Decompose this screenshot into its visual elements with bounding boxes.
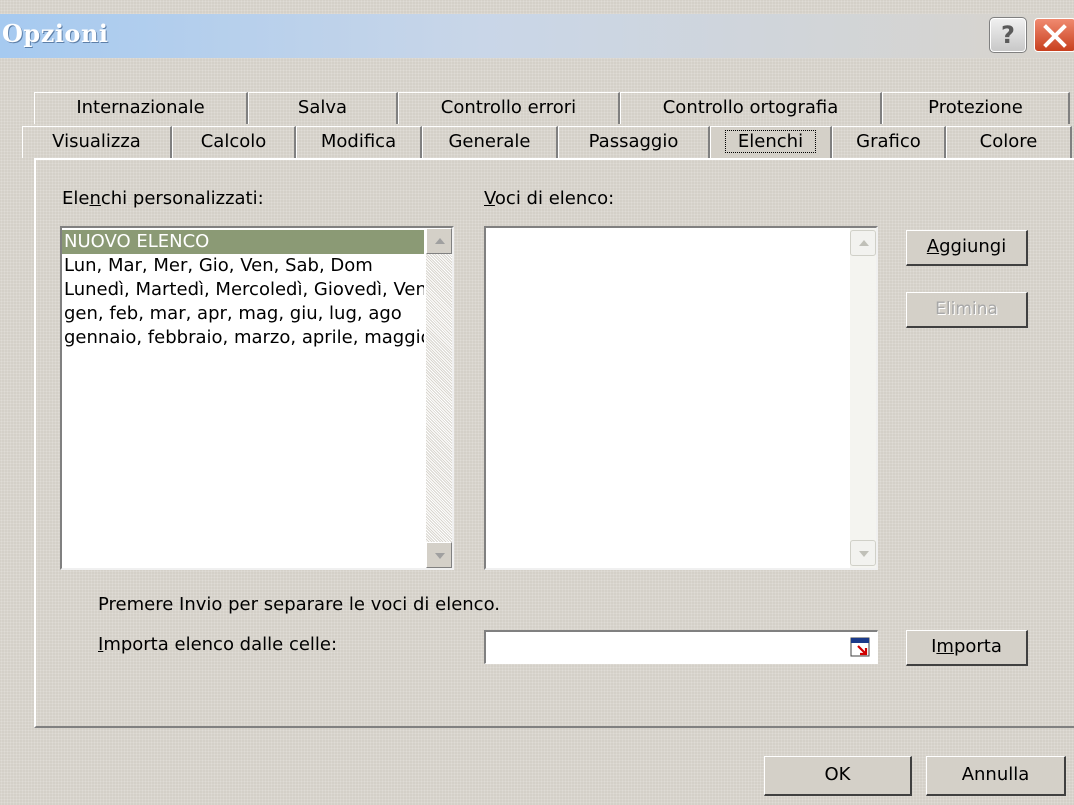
custom-lists-items: NUOVO ELENCO Lun, Mar, Mer, Gio, Ven, Sa… <box>62 230 424 350</box>
scroll-up-button[interactable] <box>850 230 876 256</box>
list-entries-textbox[interactable] <box>484 226 878 570</box>
scroll-up-button[interactable] <box>426 228 452 254</box>
scroll-down-arrow-icon <box>435 553 445 559</box>
tab-modifica[interactable]: Modifica <box>296 126 422 158</box>
delete-button[interactable]: Elimina <box>906 292 1028 328</box>
scroll-down-button[interactable] <box>850 540 876 566</box>
scroll-down-button[interactable] <box>426 542 452 568</box>
options-dialog: Opzioni ? Internazionale Salva Controllo… <box>0 0 1074 805</box>
tab-controllo-errori[interactable]: Controllo errori <box>398 92 620 124</box>
close-icon <box>1043 24 1067 48</box>
import-range-input[interactable] <box>484 630 878 664</box>
list-item[interactable]: Lun, Mar, Mer, Gio, Ven, Sab, Dom <box>62 254 424 278</box>
tab-protezione[interactable]: Protezione <box>882 92 1070 124</box>
list-item[interactable]: Lunedì, Martedì, Mercoledì, Giovedì, Ven… <box>62 278 424 302</box>
tab-visualizza[interactable]: Visualizza <box>22 126 172 158</box>
custom-lists-listbox[interactable]: NUOVO ELENCO Lun, Mar, Mer, Gio, Ven, Sa… <box>60 226 454 570</box>
list-item[interactable]: gen, feb, mar, apr, mag, giu, lug, ago <box>62 302 424 326</box>
window-title: Opzioni <box>2 19 109 48</box>
help-icon: ? <box>1001 21 1015 49</box>
import-button[interactable]: Importa <box>906 630 1028 666</box>
custom-lists-scrollbar[interactable] <box>426 228 452 568</box>
list-item[interactable]: gennaio, febbraio, marzo, aprile, maggio <box>62 326 424 350</box>
ok-button[interactable]: OK <box>764 756 912 796</box>
tab-grafico[interactable]: Grafico <box>832 126 946 158</box>
add-button[interactable]: Aggiungi <box>906 230 1028 266</box>
import-label: Importa elenco dalle celle: <box>98 634 338 655</box>
title-bar[interactable]: Opzioni ? <box>0 14 1074 58</box>
tab-controllo-ortografia[interactable]: Controllo ortografia <box>620 92 882 124</box>
list-item[interactable]: NUOVO ELENCO <box>62 230 424 254</box>
help-button[interactable]: ? <box>989 17 1027 53</box>
tab-calcolo[interactable]: Calcolo <box>172 126 296 158</box>
tab-salva[interactable]: Salva <box>248 92 398 124</box>
tab-colore[interactable]: Colore <box>946 126 1072 158</box>
scroll-down-arrow-icon <box>859 551 869 557</box>
tab-internazionale[interactable]: Internazionale <box>34 92 248 124</box>
cancel-button[interactable]: Annulla <box>926 756 1066 796</box>
close-button[interactable] <box>1034 18 1074 52</box>
tab-passaggio[interactable]: Passaggio <box>558 126 710 158</box>
custom-lists-label: Elenchi personalizzati: <box>62 188 264 209</box>
tab-generale[interactable]: Generale <box>422 126 558 158</box>
list-entries-scrollbar[interactable] <box>850 228 876 568</box>
scroll-up-arrow-icon <box>859 240 869 246</box>
tab-elenchi[interactable]: Elenchi <box>710 126 832 158</box>
collapse-dialog-icon[interactable] <box>849 636 873 660</box>
scroll-up-arrow-icon <box>435 238 445 244</box>
separator-hint: Premere Invio per separare le voci di el… <box>98 594 500 615</box>
list-entries-label: Voci di elenco: <box>484 188 615 209</box>
